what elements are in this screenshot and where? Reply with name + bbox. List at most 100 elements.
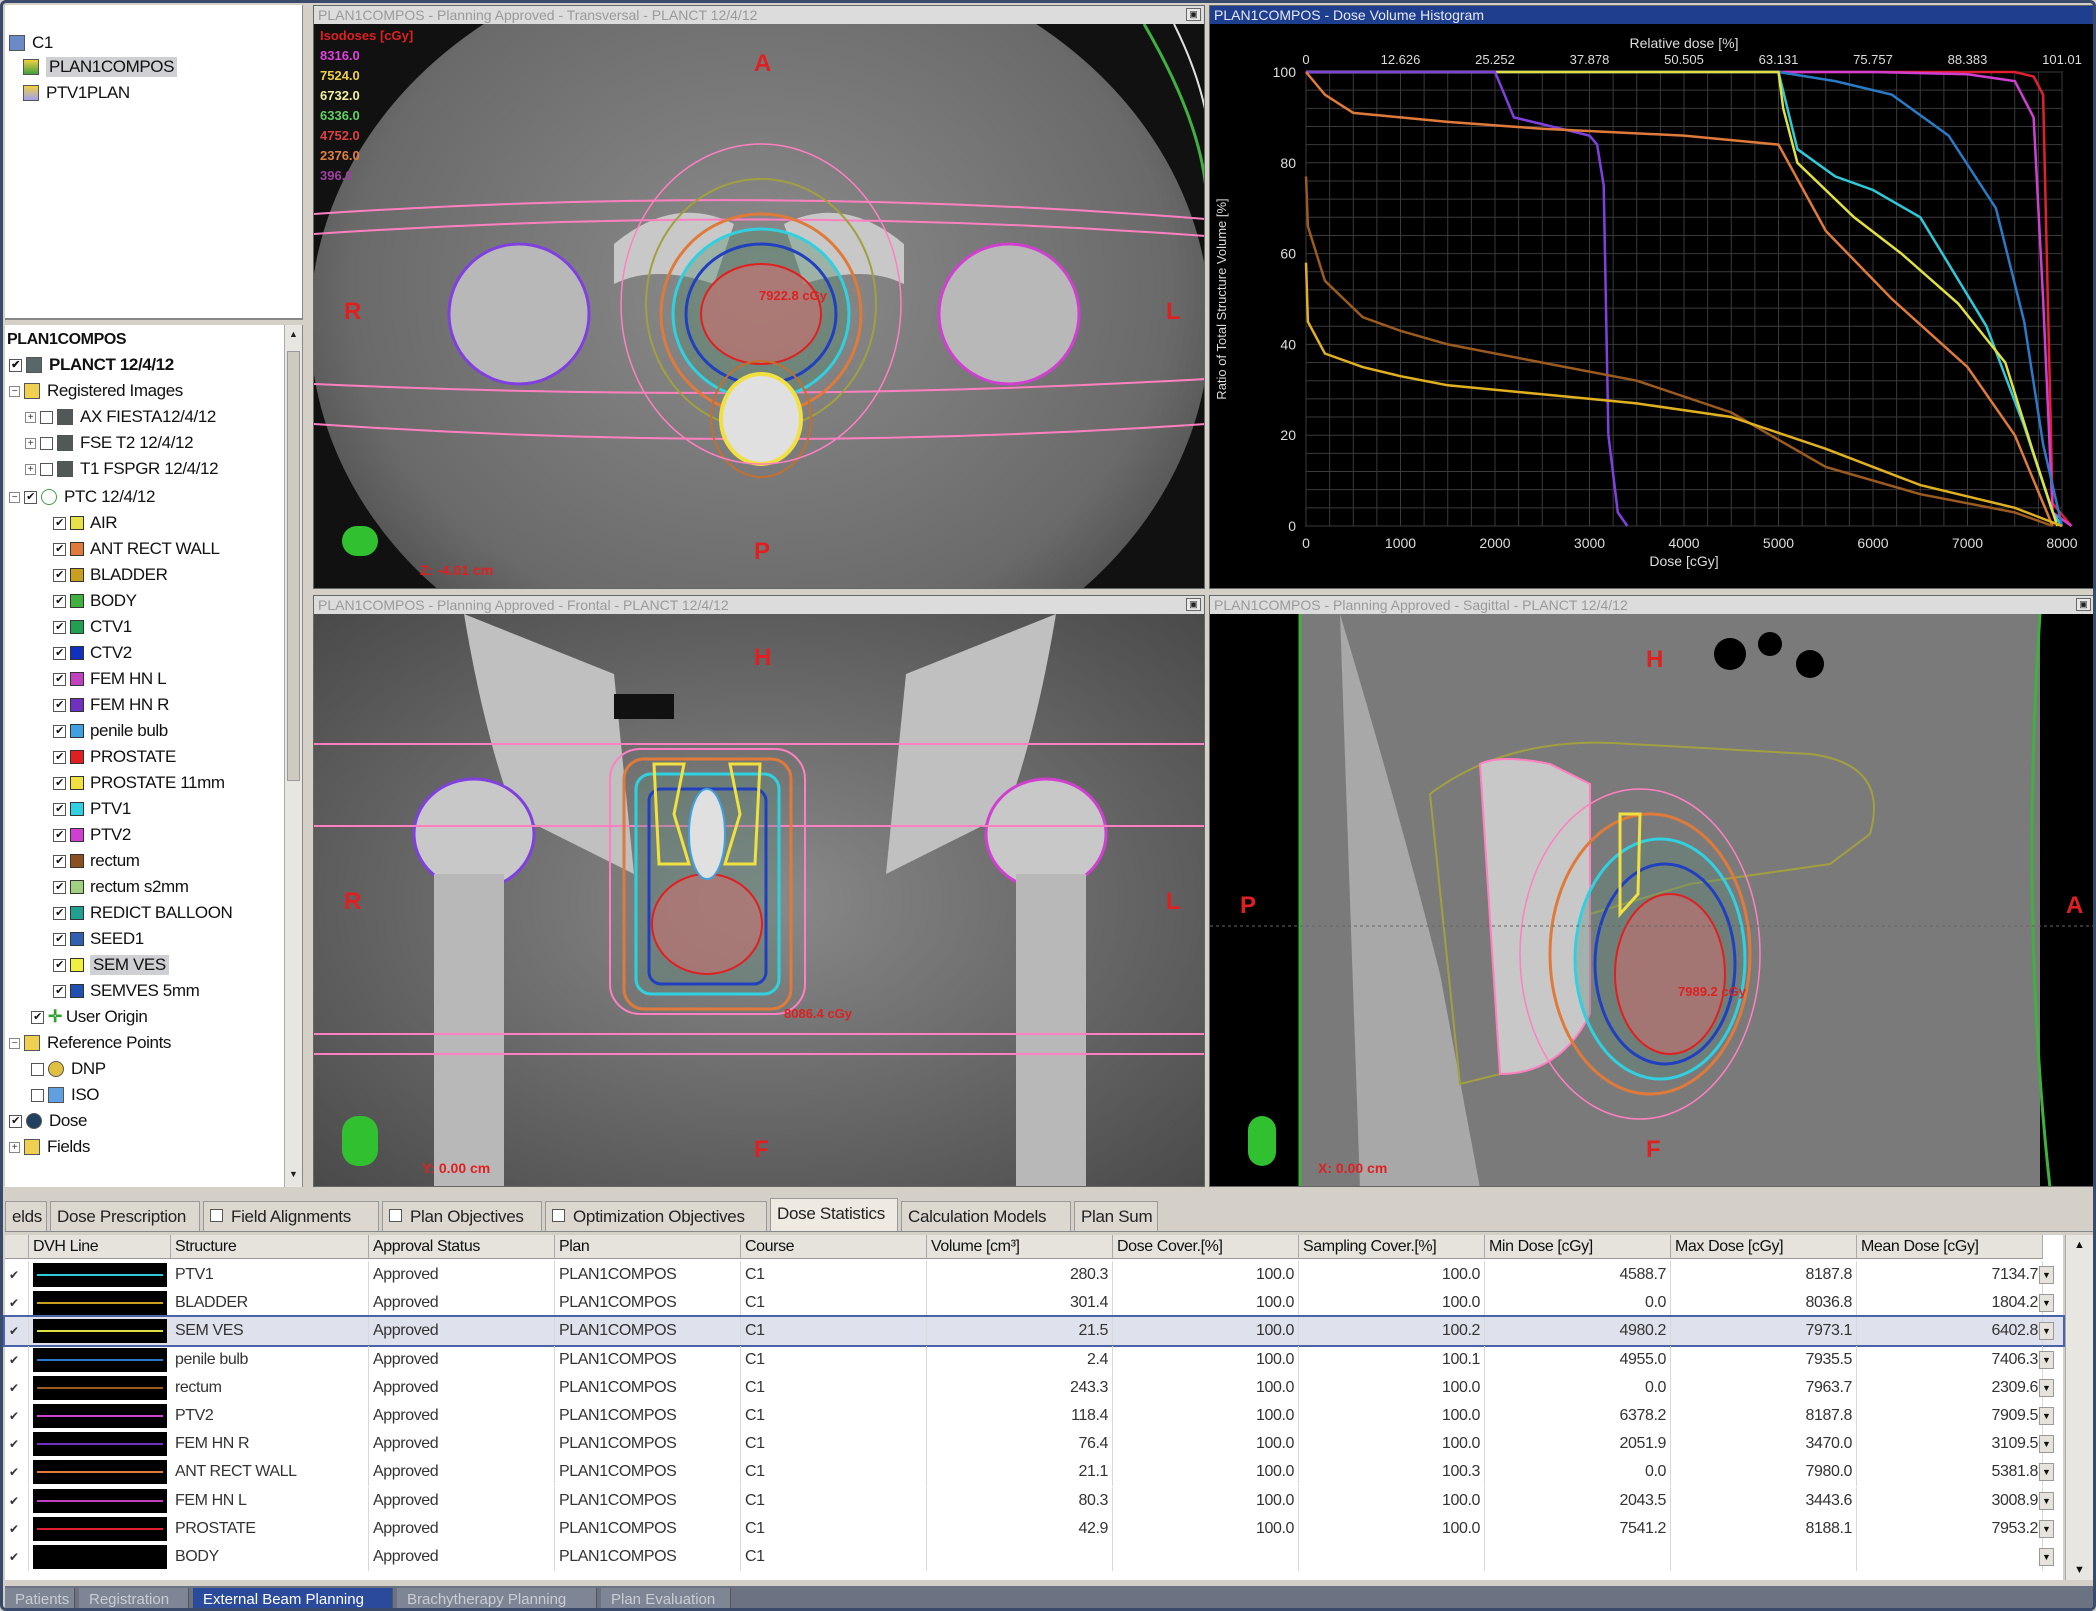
dose-node[interactable]: ✔ Dose — [9, 1109, 87, 1133]
row-checkbox[interactable]: ✔ — [5, 1261, 29, 1289]
ref-point-dnp[interactable]: DNP — [31, 1057, 106, 1081]
checkbox[interactable] — [31, 1088, 44, 1102]
table-row[interactable]: ✔ SEM VES Approved PLAN1COMPOS C1 21.5 100.0 10… — [3, 1315, 2065, 1348]
checkbox[interactable]: ✔ — [53, 802, 66, 816]
fields-node[interactable]: + Fields — [9, 1135, 90, 1159]
structure-node[interactable]: ✔ PROSTATE — [53, 745, 176, 769]
tab-calculation-models[interactable]: Calculation Models — [901, 1201, 1071, 1231]
column-header[interactable]: Plan — [555, 1235, 741, 1259]
row-dropdown-icon[interactable]: ▼ — [2039, 1463, 2054, 1482]
scroll-thumb[interactable] — [287, 351, 300, 781]
checkbox[interactable]: ✔ — [53, 516, 66, 530]
row-checkbox[interactable]: ✔ — [5, 1430, 29, 1459]
checkbox[interactable]: ✔ — [53, 906, 66, 920]
row-dropdown-icon[interactable]: ▼ — [2039, 1350, 2054, 1369]
registered-image-node[interactable]: + T1 FSPGR 12/4/12 — [25, 457, 219, 481]
structure-node[interactable]: ✔ FEM HN L — [53, 667, 167, 691]
column-header[interactable]: Course — [741, 1235, 927, 1259]
collapse-icon[interactable]: − — [9, 385, 20, 397]
scroll-up-icon[interactable]: ▲ — [287, 329, 300, 343]
tab-elds[interactable]: elds — [5, 1201, 47, 1231]
row-dropdown-icon[interactable]: ▼ — [2039, 1407, 2054, 1425]
column-header[interactable]: Min Dose [cGy] — [1485, 1235, 1671, 1259]
structure-node[interactable]: ✔ AIR — [53, 511, 118, 535]
collapse-icon[interactable]: − — [9, 1037, 20, 1049]
tab-plan-objectives[interactable]: Plan Objectives — [382, 1201, 542, 1231]
frontal-view[interactable]: PLAN1COMPOS - Planning Approved - Fronta… — [313, 595, 1205, 1187]
column-header[interactable]: Sampling Cover.[%] — [1299, 1235, 1485, 1259]
row-checkbox[interactable]: ✔ — [5, 1317, 29, 1346]
checkbox[interactable]: ✔ — [53, 672, 66, 686]
table-row[interactable]: ✔ rectum Approved PLAN1COMPOS C1 243.3 100.0 10… — [5, 1373, 2063, 1402]
tab-checkbox[interactable] — [389, 1209, 402, 1222]
structure-node[interactable]: ✔ PTV1 — [53, 797, 131, 821]
column-header[interactable]: Dose Cover.[%] — [1113, 1235, 1299, 1259]
workspace-tab[interactable]: Patients — [5, 1588, 75, 1608]
collapse-icon[interactable]: − — [9, 491, 20, 503]
plan-ct-node[interactable]: ✔ PLANCT 12/4/12 — [9, 353, 174, 377]
row-dropdown-icon[interactable]: ▼ — [2039, 1519, 2054, 1538]
registered-image-node[interactable]: + AX FIESTA12/4/12 — [25, 405, 216, 429]
workspace-tab[interactable]: Brachytherapy Planning — [397, 1588, 597, 1608]
table-row[interactable]: ✔ PTV2 Approved PLAN1COMPOS C1 118.4 100.0 100.… — [5, 1402, 2063, 1430]
checkbox[interactable]: ✔ — [9, 1114, 22, 1128]
scroll-down-icon[interactable]: ▼ — [2072, 1564, 2087, 1576]
table-scrollbar[interactable]: ▲ ▼ — [2065, 1235, 2093, 1580]
tab-checkbox[interactable] — [210, 1209, 223, 1222]
row-checkbox[interactable]: ✔ — [5, 1289, 29, 1318]
tab-dose-statistics[interactable]: Dose Statistics — [770, 1198, 898, 1231]
row-checkbox[interactable]: ✔ — [5, 1486, 29, 1515]
row-checkbox[interactable]: ✔ — [5, 1543, 29, 1571]
checkbox[interactable] — [40, 410, 53, 424]
structure-node[interactable]: ✔ REDICT BALLOON — [53, 901, 233, 925]
tab-optimization-objectives[interactable]: Optimization Objectives — [545, 1201, 767, 1231]
tree-scrollbar[interactable]: ▲ ▼ — [284, 325, 302, 1187]
plan-node-1[interactable]: PLAN1COMPOS — [23, 55, 178, 79]
column-header[interactable]: Structure — [171, 1235, 369, 1259]
checkbox[interactable]: ✔ — [53, 620, 66, 634]
checkbox[interactable]: ✔ — [24, 490, 37, 504]
checkbox[interactable] — [40, 436, 53, 450]
course-node[interactable]: C1 — [9, 31, 53, 55]
checkbox[interactable]: ✔ — [31, 1010, 44, 1024]
structure-node[interactable]: ✔ rectum — [53, 849, 140, 873]
transversal-view[interactable]: PLAN1COMPOS - Planning Approved - Transv… — [313, 5, 1205, 589]
row-dropdown-icon[interactable]: ▼ — [2039, 1548, 2054, 1566]
row-checkbox[interactable]: ✔ — [5, 1373, 29, 1402]
structure-node[interactable]: ✔ rectum s2mm — [53, 875, 189, 899]
column-header[interactable]: Volume [cm³] — [927, 1235, 1113, 1259]
structure-node[interactable]: ✔ PTV2 — [53, 823, 131, 847]
expand-icon[interactable]: + — [25, 463, 36, 475]
checkbox[interactable]: ✔ — [53, 880, 66, 894]
user-origin-node[interactable]: ✔ ✛ User Origin — [31, 1005, 148, 1029]
row-checkbox[interactable]: ✔ — [5, 1458, 29, 1487]
checkbox[interactable]: ✔ — [53, 594, 66, 608]
row-dropdown-icon[interactable]: ▼ — [2039, 1294, 2054, 1313]
expand-icon[interactable]: + — [25, 437, 36, 449]
structure-node[interactable]: ✔ SEMVES 5mm — [53, 979, 200, 1003]
table-row[interactable]: ✔ penile bulb Approved PLAN1COMPOS C1 2.4 100.… — [5, 1345, 2063, 1374]
row-dropdown-icon[interactable]: ▼ — [2039, 1491, 2054, 1510]
table-row[interactable]: ✔ ANT RECT WALL Approved PLAN1COMPOS C1 21.1 1… — [5, 1458, 2063, 1487]
structure-node[interactable]: ✔ ANT RECT WALL — [53, 537, 220, 561]
tab-field-alignments[interactable]: Field Alignments — [203, 1201, 379, 1231]
scroll-up-icon[interactable]: ▲ — [2072, 1239, 2087, 1251]
checkbox[interactable] — [31, 1062, 44, 1076]
checkbox[interactable]: ✔ — [9, 358, 22, 372]
structure-node[interactable]: ✔ BLADDER — [53, 563, 168, 587]
table-row[interactable]: ✔ BODY Approved PLAN1COMPOS C1 ▼ — [5, 1543, 2063, 1571]
scroll-down-icon[interactable]: ▼ — [287, 1169, 300, 1183]
column-header[interactable]: Mean Dose [cGy] — [1857, 1235, 2043, 1259]
checkbox[interactable]: ✔ — [53, 828, 66, 842]
structure-node[interactable]: ✔ BODY — [53, 589, 137, 613]
expand-icon[interactable]: + — [25, 411, 36, 423]
workspace-tab[interactable]: External Beam Planning — [193, 1588, 393, 1608]
table-row[interactable]: ✔ FEM HN R Approved PLAN1COMPOS C1 76.4 100.0 1… — [5, 1430, 2063, 1459]
structure-node[interactable]: ✔ SEM VES — [53, 953, 169, 977]
column-header[interactable]: DVH Line — [29, 1235, 171, 1259]
column-header[interactable]: Max Dose [cGy] — [1671, 1235, 1857, 1259]
checkbox[interactable] — [40, 462, 53, 476]
table-row[interactable]: ✔ BLADDER Approved PLAN1COMPOS C1 301.4 100.0 1… — [5, 1289, 2063, 1318]
ref-point-iso[interactable]: ISO — [31, 1083, 99, 1107]
maximize-icon[interactable]: ▣ — [1186, 598, 1201, 611]
